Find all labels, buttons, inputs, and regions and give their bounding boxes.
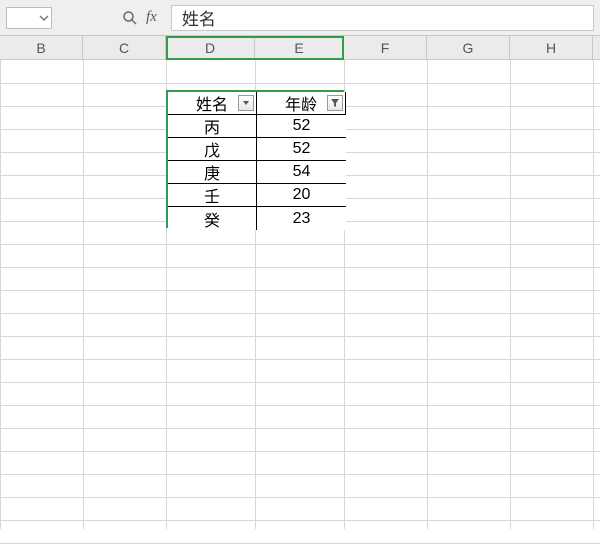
formula-input[interactable]: 姓名 [171,5,594,31]
table-row-text: 丙 [204,114,220,138]
column-headers: BCDEFGH [0,36,600,60]
column-header-D[interactable]: D [166,36,255,59]
formula-bar-icons: fx [62,9,157,26]
table-row[interactable]: 丙 [168,115,257,138]
filter-dropdown-icon[interactable] [238,95,254,111]
table-row[interactable]: 20 [257,184,346,207]
table-row-text: 23 [293,210,311,228]
search-icon[interactable] [122,10,138,26]
table-row[interactable]: 癸 [168,207,257,230]
column-header-C[interactable]: C [83,36,166,59]
table-row-text: 52 [293,140,311,158]
table-row-text: 52 [293,117,311,135]
table-row[interactable]: 52 [257,115,346,138]
table-header-name-text: 姓名 [196,91,228,115]
fx-icon[interactable]: fx [146,9,157,26]
column-header-E[interactable]: E [255,36,344,59]
data-table: 姓名 年龄丙 52 戊 52 庚 54 壬 20 癸 23 [166,90,344,228]
column-header-G[interactable]: G [427,36,510,59]
table-header-age[interactable]: 年龄 [257,92,346,115]
column-header-H[interactable]: H [510,36,593,59]
table-row-text: 壬 [204,183,220,207]
name-box[interactable] [6,7,52,29]
table-row-text: 戊 [204,137,220,161]
column-header-F[interactable]: F [344,36,427,59]
column-header-B[interactable]: B [0,36,83,59]
table-row-text: 癸 [204,207,220,231]
table-row-text: 庚 [204,160,220,184]
formula-bar: fx 姓名 [0,0,600,36]
table-row[interactable]: 54 [257,161,346,184]
formula-value: 姓名 [182,5,216,30]
table-row[interactable]: 戊 [168,138,257,161]
table-row-text: 20 [293,186,311,204]
table-header-name[interactable]: 姓名 [168,92,257,115]
table-row-text: 54 [293,163,311,181]
filter-active-icon[interactable] [327,95,343,111]
chevron-down-icon [39,13,49,23]
table-row[interactable]: 壬 [168,184,257,207]
table-row[interactable]: 庚 [168,161,257,184]
table-row[interactable]: 23 [257,207,346,230]
table-header-age-text: 年龄 [285,91,317,115]
table-row[interactable]: 52 [257,138,346,161]
